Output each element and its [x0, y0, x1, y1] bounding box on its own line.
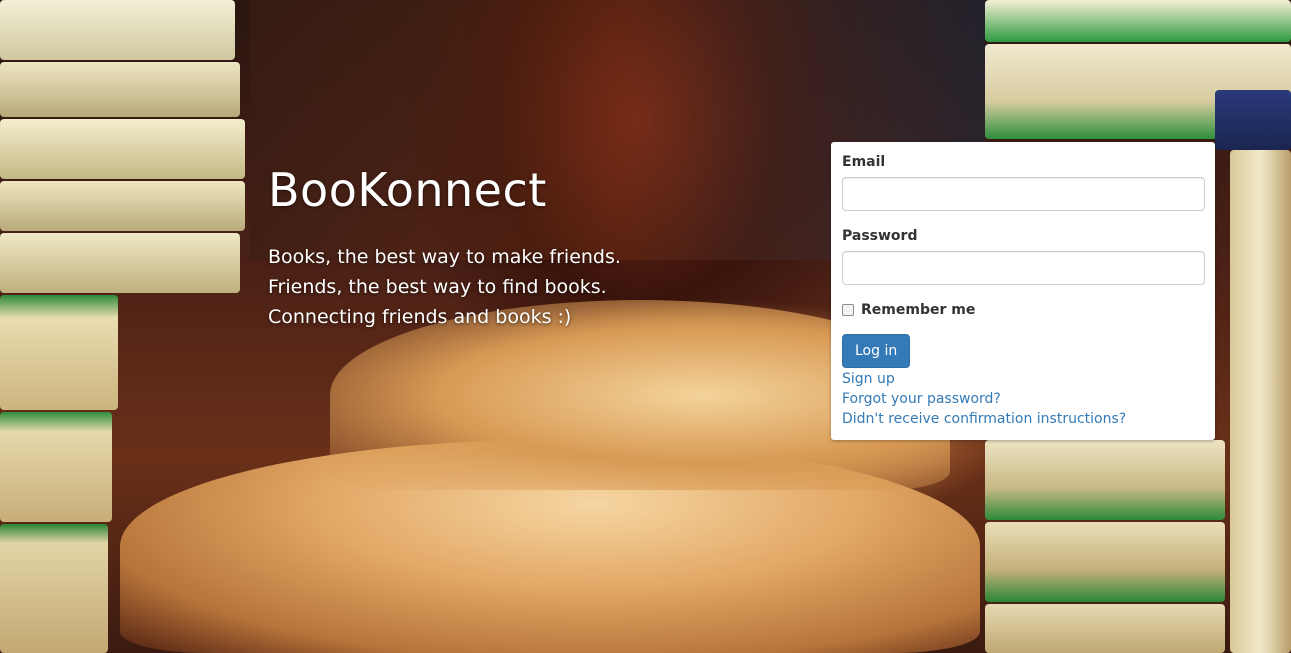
log-in-button[interactable]: Log in	[842, 334, 911, 368]
password-label: Password	[842, 228, 918, 244]
auth-links: Sign up Forgot your password? Didn't rec…	[842, 369, 1205, 429]
tagline-line-2: Friends, the best way to find books.	[268, 276, 607, 298]
email-field[interactable]	[842, 177, 1205, 211]
tagline: Books, the best way to make friends. Fri…	[268, 242, 621, 332]
remember-me-label[interactable]: Remember me	[861, 302, 975, 318]
email-label: Email	[842, 154, 886, 170]
remember-me-checkbox[interactable]	[842, 304, 854, 316]
tagline-line-3: Connecting friends and books :)	[268, 306, 572, 328]
password-field[interactable]	[842, 251, 1205, 285]
hero-section: BooKonnect Books, the best way to make f…	[268, 160, 621, 332]
sign-up-link[interactable]: Sign up	[842, 369, 1205, 389]
app-title: BooKonnect	[268, 163, 547, 217]
login-form: Email Password Remember me Log in Sign u…	[831, 142, 1215, 440]
tagline-line-1: Books, the best way to make friends.	[268, 246, 621, 268]
page-background: BooKonnect Books, the best way to make f…	[0, 0, 1291, 653]
remember-me-row: Remember me	[842, 302, 1205, 318]
forgot-password-link[interactable]: Forgot your password?	[842, 389, 1205, 409]
confirmation-instructions-link[interactable]: Didn't receive confirmation instructions…	[842, 409, 1205, 429]
